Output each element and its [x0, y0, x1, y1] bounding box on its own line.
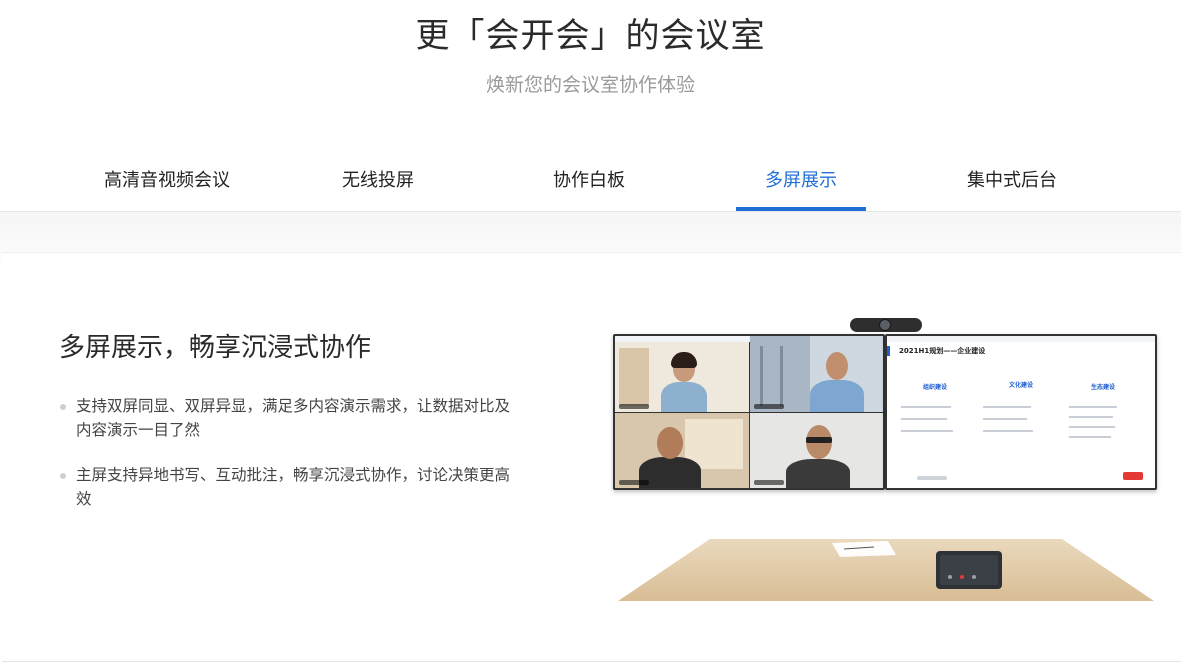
- section-header: 更「会开会」的会议室 焕新您的会议室协作体验: [0, 0, 1181, 140]
- bullet-dot: [60, 404, 66, 410]
- tab-wireless-casting[interactable]: 无线投屏: [273, 150, 483, 211]
- presentation-screen: 2021H1规划——企业建设 组织建设 文化建设 生态建设: [885, 334, 1157, 490]
- name-tag: [754, 404, 784, 409]
- participant-head: [826, 352, 848, 380]
- tablet-icon: [936, 551, 1002, 589]
- slide-title: 2021H1规划——企业建设: [899, 347, 986, 355]
- bullet-dot: [60, 473, 66, 479]
- slide-text-line: [983, 430, 1033, 432]
- slide-text-line: [983, 406, 1031, 408]
- tab-av-meeting[interactable]: 高清音视频会议: [62, 150, 272, 211]
- section-subtitle: 焕新您的会议室协作体验: [485, 74, 695, 96]
- slide-column-heading: 生态建设: [1091, 384, 1116, 391]
- slide-accent: [887, 346, 890, 356]
- participant: [786, 459, 850, 488]
- glasses: [806, 437, 832, 443]
- slide-text-line: [1069, 406, 1117, 408]
- slide-text-line: [1069, 426, 1115, 428]
- slide-text-line: [901, 430, 953, 432]
- window-frame: [760, 346, 763, 406]
- slide-text-line: [1069, 436, 1111, 438]
- video-tile: [615, 342, 749, 412]
- paper-sheet: [832, 541, 896, 557]
- slide-text-line: [983, 418, 1027, 420]
- camera-lens: [879, 319, 891, 331]
- slide-text-line: [901, 418, 947, 420]
- slide-text-line: [901, 406, 951, 408]
- video-tile: [615, 413, 749, 488]
- feature-bullet-1: 支持双屏同显、双屏异显，满足多内容演示需求，让数据对比及内容演示一目了然: [76, 397, 511, 439]
- feature-tabs: 高清音视频会议 无线投屏 协作白板 多屏展示 集中式后台: [0, 150, 1181, 212]
- video-grid-screen: [613, 334, 885, 490]
- presentation-toolbar: [887, 336, 1155, 342]
- camera-icon: [850, 318, 922, 332]
- section-title: 更「会开会」的会议室: [415, 16, 766, 56]
- feature-title: 多屏展示，畅享沉浸式协作: [59, 333, 372, 363]
- tab-whiteboard[interactable]: 协作白板: [484, 150, 694, 211]
- slide-footer-bar: [917, 476, 947, 480]
- name-tag: [619, 404, 649, 409]
- tab-admin-backend[interactable]: 集中式后台: [907, 150, 1117, 211]
- video-tile: [750, 413, 883, 488]
- participant-hair: [671, 352, 697, 368]
- participant-head: [657, 427, 683, 459]
- slide-column-heading: 文化建设: [1009, 382, 1034, 389]
- shelf: [619, 348, 649, 406]
- presentation-slide: 2021H1规划——企业建设 组织建设 文化建设 生态建设: [887, 336, 1155, 488]
- meeting-table: [618, 539, 1154, 601]
- name-tag: [619, 480, 649, 485]
- slide-column-heading: 组织建设: [923, 384, 948, 391]
- video-tile: [750, 336, 883, 412]
- name-tag: [754, 480, 784, 485]
- active-tab-indicator: [736, 207, 866, 211]
- slide-text-line: [1069, 416, 1113, 418]
- tab-multi-screen[interactable]: 多屏展示: [696, 150, 906, 211]
- feature-bullet-2: 主屏支持异地书写、互动批注，畅享沉浸式协作，讨论决策更高效: [76, 466, 511, 508]
- end-meeting-button: [1123, 472, 1143, 480]
- participant: [661, 382, 707, 412]
- participant: [810, 380, 864, 412]
- window-frame: [780, 346, 783, 406]
